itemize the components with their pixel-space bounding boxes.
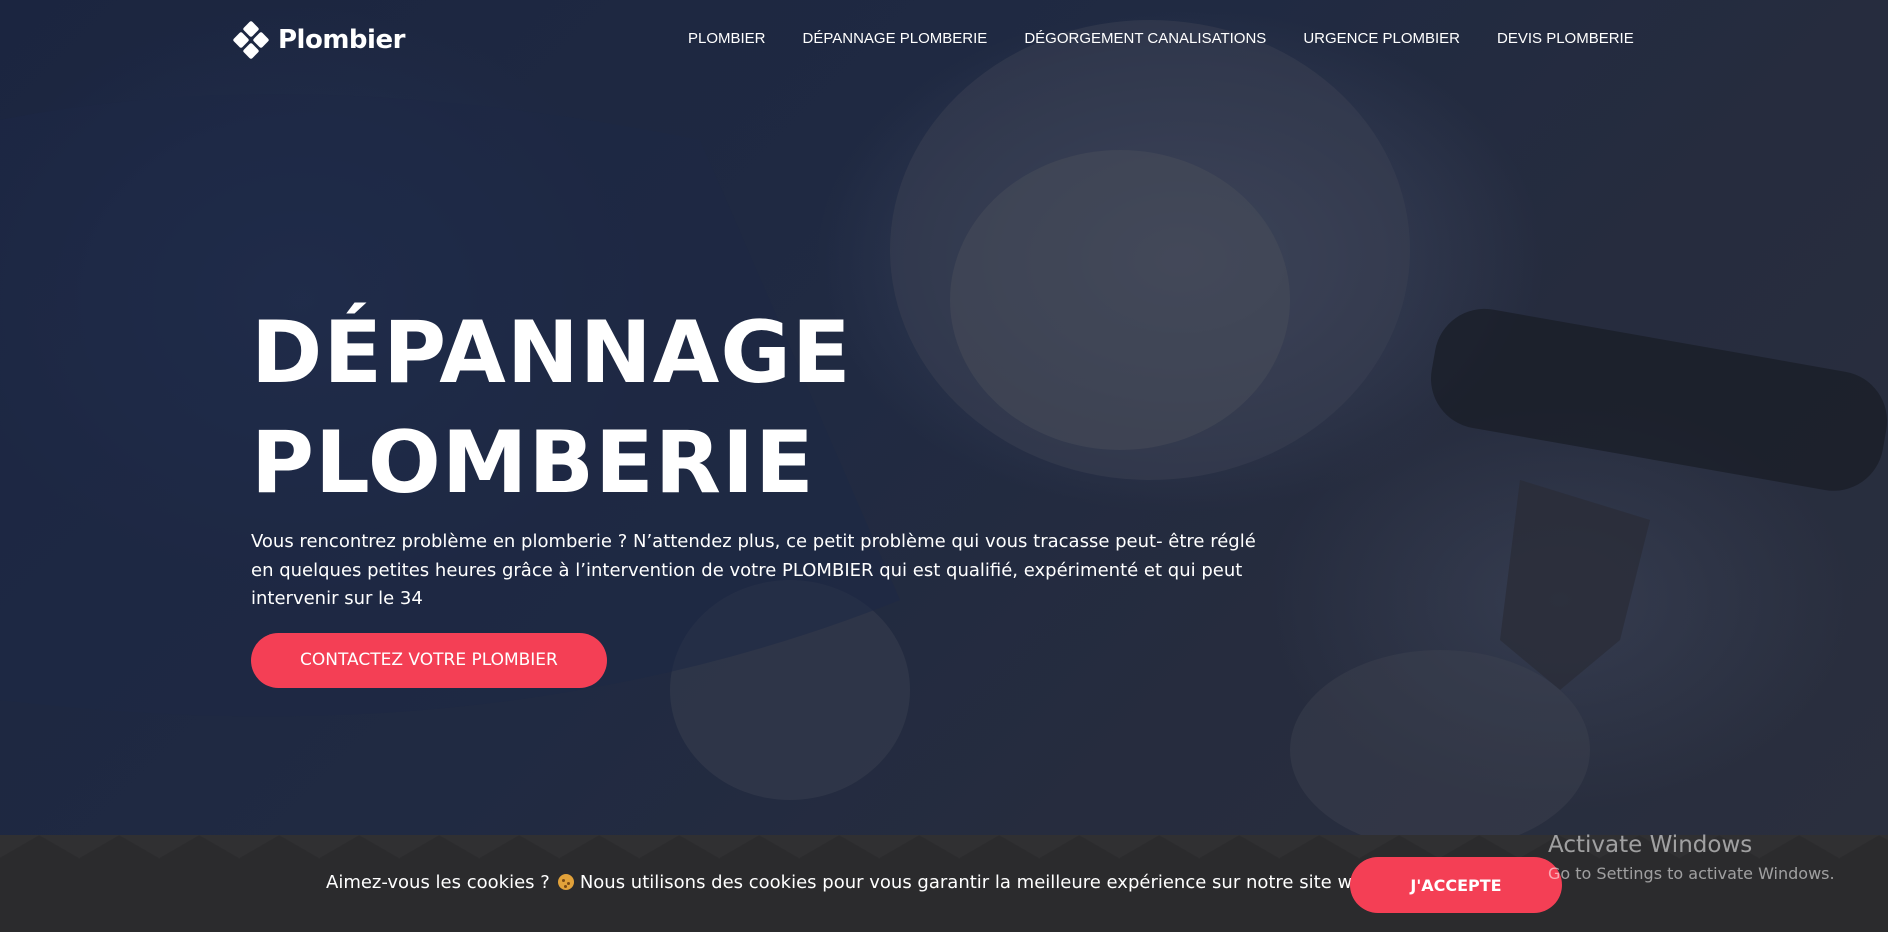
main-nav: PLOMBIER DÉPANNAGE PLOMBERIE DÉGORGEMENT… [688, 30, 1671, 47]
hero-title: DÉPANNAGE PLOMBERIE [251, 298, 1291, 518]
watermark-title: Activate Windows [1548, 832, 1753, 858]
hero-title-line-2: PLOMBERIE [251, 413, 815, 513]
site-header: Plombier PLOMBIER DÉPANNAGE PLOMBERIE DÉ… [0, 0, 1888, 80]
cookie-message: Aimez-vous les cookies ? Nous utilisons d… [326, 872, 1380, 893]
accept-cookies-button[interactable]: J'ACCEPTE [1350, 857, 1562, 913]
hero-title-line-1: DÉPANNAGE [251, 303, 852, 403]
cookie-icon [557, 874, 574, 890]
windows-activation-watermark: Activate Windows Go to Settings to activ… [1548, 832, 1835, 883]
contact-plumber-button[interactable]: CONTACTEZ VOTRE PLOMBIER [251, 632, 607, 688]
hero-description: Vous rencontrez problème en plomberie ? … [251, 531, 1256, 609]
nav-item-plombier[interactable]: PLOMBIER [688, 30, 766, 47]
nav-item-devis-plomberie[interactable]: DEVIS PLOMBERIE [1497, 30, 1634, 47]
brand-logo[interactable]: Plombier [232, 20, 405, 60]
cookie-notice: Nous utilisons des cookies pour vous gar… [579, 872, 1381, 893]
hero-content: DÉPANNAGE PLOMBERIE Vous rencontrez prob… [251, 298, 1291, 688]
brand-name: Plombier [278, 25, 405, 55]
nav-item-depannage-plomberie[interactable]: DÉPANNAGE PLOMBERIE [803, 30, 988, 47]
watermark-subtitle: Go to Settings to activate Windows. [1548, 864, 1835, 883]
nav-item-degorgement-canalisations[interactable]: DÉGORGEMENT CANALISATIONS [1024, 30, 1266, 47]
nav-item-urgence-plombier[interactable]: URGENCE PLOMBIER [1303, 30, 1460, 47]
cookie-question: Aimez-vous les cookies ? [326, 872, 550, 893]
diamond-cluster-icon [233, 21, 269, 59]
